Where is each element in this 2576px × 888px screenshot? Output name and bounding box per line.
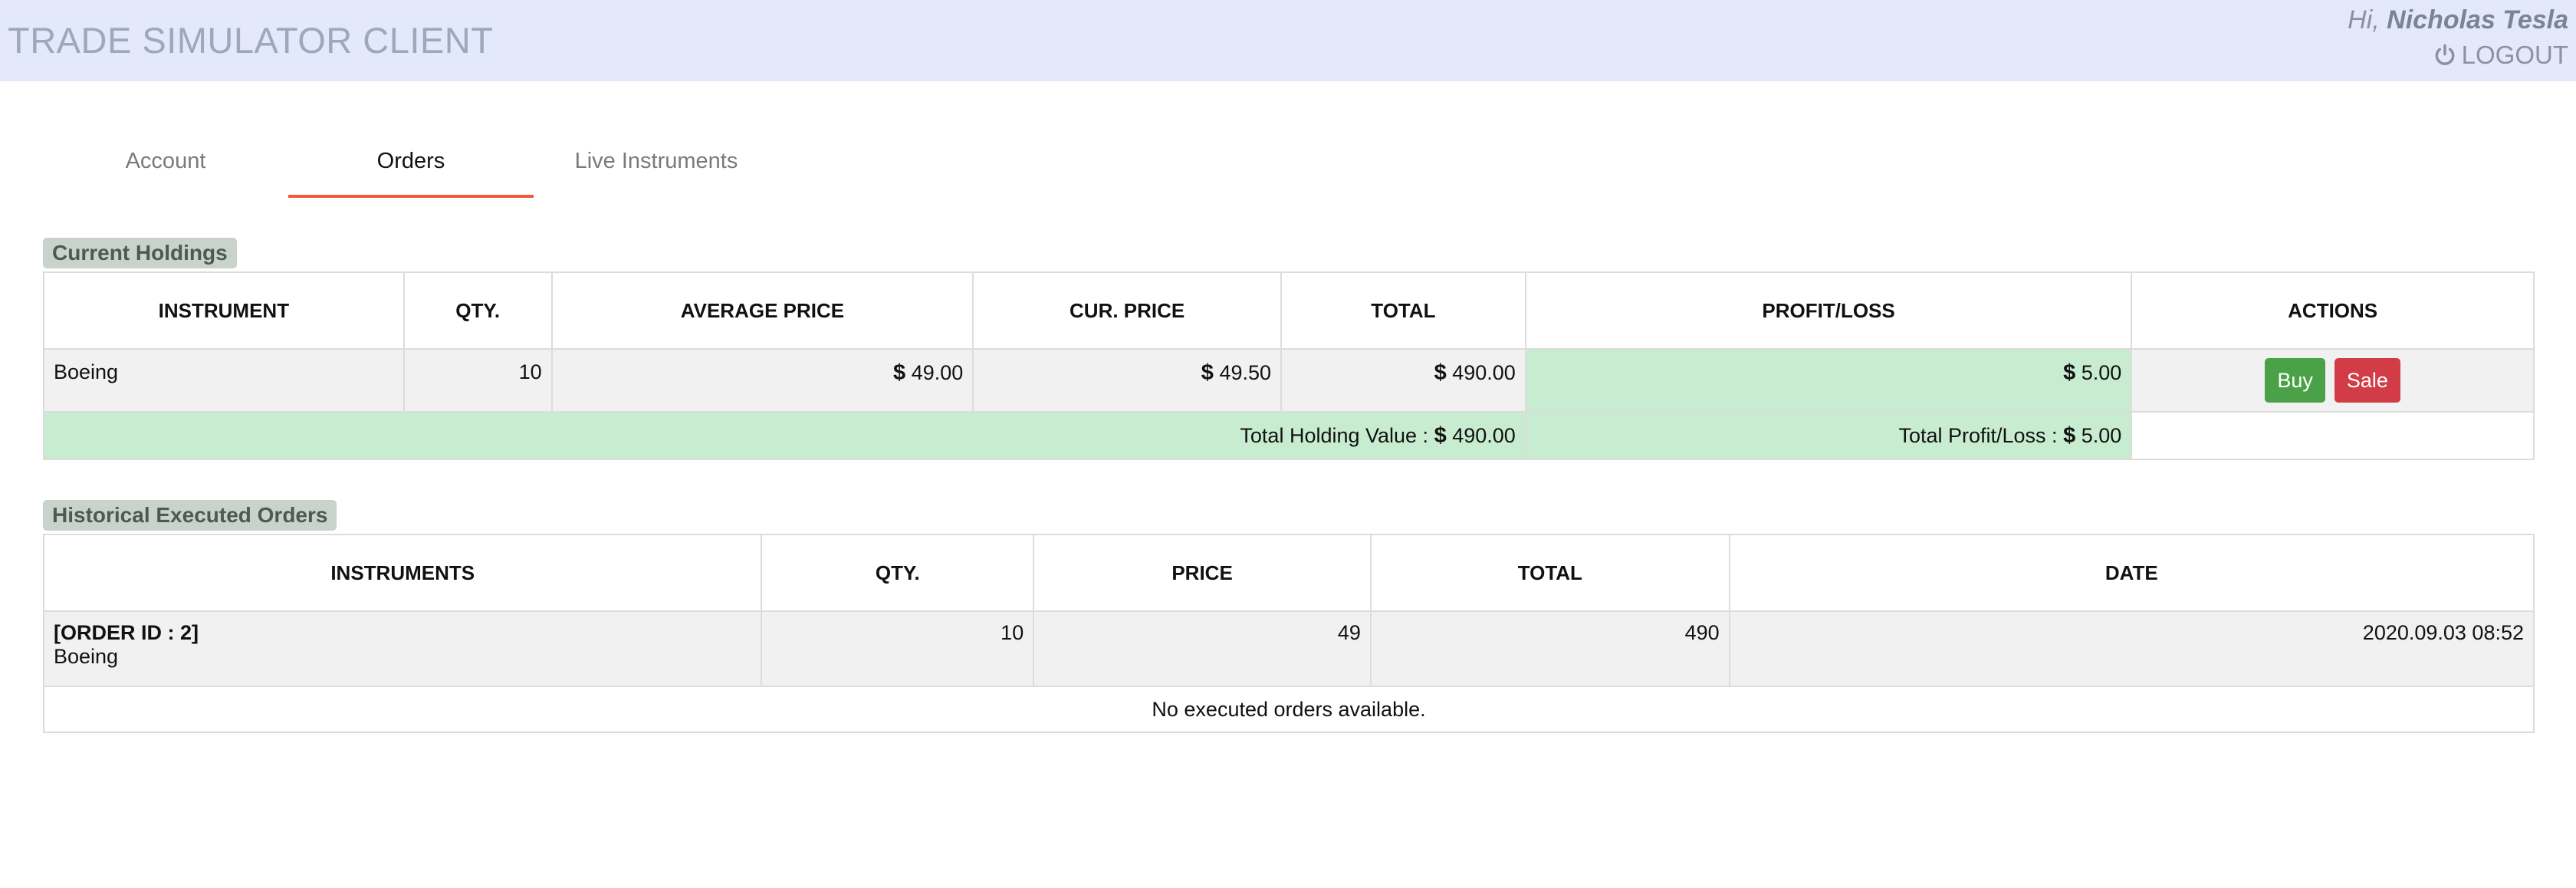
column-header: QTY. — [761, 534, 1035, 612]
main-tabs: Account Orders Live Instruments — [43, 130, 779, 198]
average-price-value: 49.00 — [911, 361, 964, 384]
column-header: PRICE — [1033, 534, 1372, 612]
currency-symbol: $ — [1434, 423, 1447, 448]
app-header: TRADE SIMULATOR CLIENT Hi, Nicholas Tesl… — [0, 0, 2576, 81]
total-profit-loss-value: 5.00 — [2081, 423, 2122, 447]
power-icon — [2433, 43, 2457, 67]
buy-button[interactable]: Buy — [2265, 358, 2325, 403]
table-row: Boeing 10 $ 49.00 $ 49.50 $ 490.00 $ 5.0… — [43, 348, 2535, 413]
currency-symbol: $ — [2063, 423, 2076, 448]
tab-live-instruments[interactable]: Live Instruments — [534, 130, 779, 198]
order-total-cell: 490 — [1369, 610, 1730, 687]
order-date-cell: 2020.09.03 08:52 — [1728, 610, 2535, 687]
total-profit-loss-label: Total Profit/Loss : — [1898, 423, 2058, 447]
holdings-header-row: INSTRUMENT QTY. AVERAGE PRICE CUR. PRICE… — [43, 271, 2535, 350]
current-holdings-table: INSTRUMENT QTY. AVERAGE PRICE CUR. PRICE… — [43, 271, 2535, 460]
total-holding-value-label: Total Holding Value : — [1240, 423, 1429, 447]
order-id-label: [ORDER ID : 2] — [54, 621, 199, 644]
user-name: Nicholas Tesla — [2387, 5, 2568, 35]
tab-account[interactable]: Account — [43, 130, 288, 198]
total-holding-value: 490.00 — [1452, 423, 1516, 447]
column-header: TOTAL — [1280, 271, 1526, 350]
column-header: QTY. — [402, 271, 553, 350]
currency-symbol: $ — [1434, 360, 1447, 385]
order-qty-cell: 10 — [761, 610, 1035, 687]
empty-orders-message: No executed orders available. — [43, 686, 2535, 733]
total-profit-loss-cell: Total Profit/Loss : $ 5.00 — [1524, 411, 2133, 460]
cur-price-cell: $ 49.50 — [972, 348, 1283, 413]
sale-button[interactable]: Sale — [2334, 358, 2400, 403]
holdings-summary-row: Total Holding Value : $ 490.00 Total Pro… — [43, 411, 2535, 460]
order-instrument-name: Boeing — [54, 645, 119, 668]
total-holding-value-cell: Total Holding Value : $ 490.00 — [43, 411, 1526, 460]
column-header: TOTAL — [1369, 534, 1730, 612]
app-title: TRADE SIMULATOR CLIENT — [8, 20, 494, 61]
order-price-cell: 49 — [1033, 610, 1372, 687]
cur-price-value: 49.50 — [1219, 361, 1272, 384]
empty-summary-cell — [2131, 411, 2535, 460]
instrument-cell: Boeing — [43, 348, 405, 413]
currency-symbol: $ — [1201, 360, 1214, 385]
historical-orders-title: Historical Executed Orders — [43, 500, 337, 531]
profit-loss-value: 5.00 — [2081, 361, 2122, 384]
logout-label: LOGOUT — [2461, 41, 2568, 69]
column-header: INSTRUMENTS — [42, 534, 763, 612]
empty-orders-row: No executed orders available. — [43, 686, 2535, 733]
profit-loss-cell: $ 5.00 — [1524, 348, 2133, 413]
average-price-cell: $ 49.00 — [550, 348, 974, 413]
currency-symbol: $ — [2063, 360, 2076, 385]
qty-cell: 10 — [402, 348, 553, 413]
column-header: CUR. PRICE — [972, 271, 1283, 350]
tab-orders[interactable]: Orders — [288, 130, 534, 198]
column-header: ACTIONS — [2131, 271, 2535, 350]
greeting-prefix: Hi, — [2348, 5, 2380, 35]
total-cell: $ 490.00 — [1280, 348, 1526, 413]
orders-header-row: INSTRUMENTS QTY. PRICE TOTAL DATE — [42, 534, 2535, 612]
actions-cell: Buy Sale — [2131, 348, 2535, 413]
currency-symbol: $ — [893, 360, 906, 385]
historical-orders-table: INSTRUMENTS QTY. PRICE TOTAL DATE [ORDER… — [42, 534, 2535, 733]
table-row: [ORDER ID : 2] Boeing 10 49 490 2020.09.… — [42, 610, 2535, 687]
current-holdings-title: Current Holdings — [43, 238, 237, 268]
column-header: AVERAGE PRICE — [550, 271, 974, 350]
user-greeting: Hi, Nicholas Tesla — [2348, 5, 2568, 35]
total-value: 490.00 — [1452, 361, 1516, 384]
column-header: INSTRUMENT — [43, 271, 405, 350]
order-instrument-cell: [ORDER ID : 2] Boeing — [42, 610, 763, 687]
column-header: PROFIT/LOSS — [1524, 271, 2133, 350]
logout-button[interactable]: LOGOUT — [2433, 40, 2568, 71]
column-header: DATE — [1728, 534, 2535, 612]
